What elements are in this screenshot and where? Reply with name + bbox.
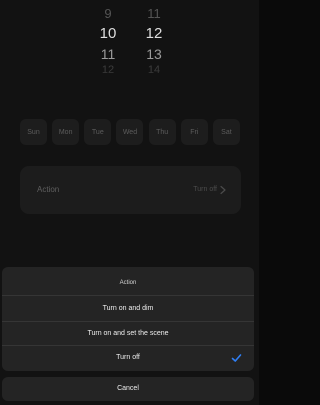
option-label: Turn on and dim	[102, 305, 154, 312]
action-row[interactable]: Action Turn off	[20, 166, 241, 214]
day-wed[interactable]: Wed	[116, 119, 144, 145]
day-fri[interactable]: Fri	[180, 119, 208, 145]
minute-value: 13	[146, 46, 162, 62]
cancel-label: Cancel	[117, 385, 139, 392]
hour-wheel[interactable]: 9 10 11 12	[88, 4, 128, 76]
option-turn-off[interactable]: Turn off	[2, 345, 254, 371]
hour-value-selected: 10	[99, 25, 117, 42]
action-row-label: Action	[37, 185, 60, 194]
minute-value-selected: 12	[145, 25, 163, 42]
chevron-right-icon	[220, 185, 226, 195]
screen: 9 10 11 12 11 12 13 14 Sun Mon Tue Wed T…	[0, 0, 259, 405]
time-picker[interactable]: 9 10 11 12 11 12 13 14	[0, 0, 259, 84]
option-turn-on-and-set-scene[interactable]: Turn on and set the scene	[2, 321, 254, 347]
day-sat[interactable]: Sat	[212, 119, 240, 145]
day-selector: Sun Mon Tue Wed Thu Fri Sat	[20, 119, 240, 145]
cancel-button[interactable]: Cancel	[2, 377, 254, 401]
action-sheet: Action Turn on and dim Turn on and set t…	[2, 267, 254, 401]
hour-value: 9	[104, 6, 112, 21]
hour-value: 11	[100, 46, 116, 62]
check-icon	[231, 354, 242, 362]
option-label: Turn on and set the scene	[87, 330, 169, 337]
day-tue[interactable]: Tue	[84, 119, 112, 145]
action-sheet-title: Action	[119, 280, 137, 286]
action-sheet-options: Action Turn on and dim Turn on and set t…	[2, 267, 254, 371]
day-sun[interactable]: Sun	[20, 119, 47, 145]
action-row-value: Turn off	[193, 186, 217, 193]
minute-value: 11	[147, 6, 161, 21]
day-thu[interactable]: Thu	[148, 119, 176, 145]
option-turn-on-and-dim[interactable]: Turn on and dim	[2, 296, 254, 322]
day-mon[interactable]: Mon	[52, 119, 80, 145]
option-label: Turn off	[116, 354, 140, 361]
minute-wheel[interactable]: 11 12 13 14	[134, 4, 174, 76]
picker-fade	[0, 70, 259, 84]
